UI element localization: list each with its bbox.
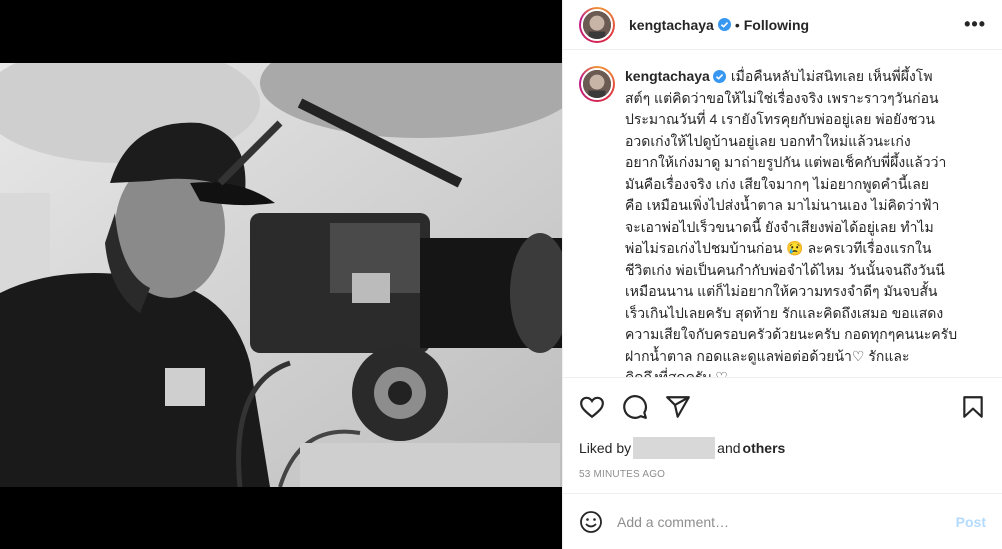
caption-line: เมื่อคืนหลับไม่สนิทเลย เห็นพี่ผึ้งโพ [730,68,933,84]
post-header: kengtachaya • Following ••• [563,0,1002,50]
caption-line: ฝากน้ำตาล กอดและดูแลพ่อต่อด้วยน้า♡ รักแล… [625,347,910,364]
caption-line: มันคือเรื่องจริง เก่ง เสียใจมากๆ ไม่อยาก… [625,175,930,192]
likes-summary: Liked by and others [563,436,1002,460]
heart-icon[interactable] [579,394,605,420]
avatar-photo [583,70,611,98]
post-sidebar: kengtachaya • Following ••• kengtachaya เ… [562,0,1002,549]
comment-box: Add a comment… Post [563,493,1002,549]
liked-by-connector: and [717,440,741,456]
caption-line: อวดเก่งให้ไปดูบ้านอยู่เลย บอกทำใหม่แล้วน… [625,132,911,149]
avatar-image [581,68,613,100]
caption-line: อยากให้เก่งมาดู มาถ่ายรูปกัน แต่พอเช็คกั… [625,154,947,170]
verified-badge-icon [712,70,726,83]
caption-text: kengtachaya เมื่อคืนหลับไม่สนิทเลย เห็นพี… [625,66,975,377]
author-avatar[interactable] [579,6,615,43]
caption-username[interactable]: kengtachaya [625,68,710,84]
header-separator: • [734,16,740,33]
author-username[interactable]: kengtachaya [629,17,714,33]
avatar-photo [583,10,611,39]
emoji-icon[interactable] [579,510,603,534]
more-options-button[interactable]: ••• [964,14,986,35]
caption-avatar[interactable] [579,66,615,102]
caption-line: เร็วเกินไปเลยครับ สุดท้าย รักและคิดถึงเส… [625,304,944,321]
share-icon[interactable] [665,394,691,420]
post-comment-button[interactable]: Post [956,514,986,530]
avatar-image [581,8,613,41]
caption-line: เหมือนนาน แต่ก็ไม่อยากให้ความทรงจำดีๆ มั… [625,283,938,299]
verified-badge-icon [717,18,731,31]
caption-line: ความเสียใจกับครอบครัวด้วยนะครับ กอดทุกๆค… [625,326,958,342]
caption-line: สต์ๆ แต่คิดว่าขอให้ไม่ใช่เรื่องจริง เพรา… [625,89,939,106]
caption-line: จะเอาพ่อไปเร็วขนาดนี้ ยังจำเสียงพ่อได้อย… [625,218,934,235]
post-photo[interactable] [0,63,562,487]
post-media [0,0,562,549]
caption-line: พ่อไม่รอเก่งไปชมบ้านก่อน 😢 ละครเวทีเรื่อ… [625,240,932,256]
caption-first-line: kengtachaya เมื่อคืนหลับไม่สนิทเลย เห็นพี… [625,66,975,88]
bookmark-icon[interactable] [960,394,986,420]
redacted-username[interactable] [633,437,716,459]
others-link[interactable]: others [743,440,786,456]
caption-section: kengtachaya เมื่อคืนหลับไม่สนิทเลย เห็นพี… [563,50,1002,378]
following-button[interactable]: Following [744,17,809,33]
comment-icon[interactable] [622,394,648,420]
photo-image [0,63,562,487]
caption-line: ชีวิตเก่ง พ่อเป็นคนกำกับพ่อจำได้ไหม วันน… [625,261,945,278]
caption-line: ประมาณวันที่ 4 เรายังโทรคุยกับพ่ออยู่เลย… [625,111,935,127]
liked-by-label: Liked by [579,440,632,456]
comment-input[interactable]: Add a comment… [617,514,956,530]
caption-line: คือ เหมือนเพิ่งไปส่งน้ำตาล มาไม่นานเอง ไ… [625,197,940,213]
caption-line: คิดถึงที่สุดครับ ♡ [625,369,728,378]
action-bar [563,378,1002,436]
post-timestamp[interactable]: 53 MINUTES AGO [563,469,1002,485]
